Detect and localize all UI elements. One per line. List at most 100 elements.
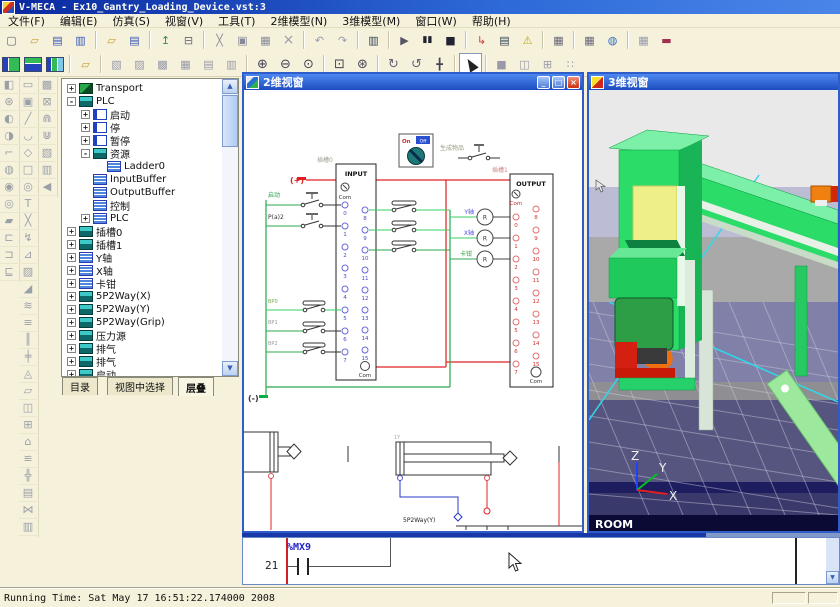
tool-icon[interactable]: ▱ <box>19 382 37 400</box>
help-book-button[interactable]: ▬ <box>655 29 678 51</box>
tree-item[interactable]: +启动 <box>62 368 116 377</box>
tool-icon[interactable]: ◫ <box>19 399 37 417</box>
expand-toggle[interactable]: + <box>67 357 76 366</box>
tool-icon[interactable]: T <box>19 195 37 213</box>
redo-button[interactable]: ↷ <box>331 29 354 51</box>
menu-simulation[interactable]: 仿真(S) <box>112 13 150 29</box>
iso-view-5-button[interactable]: ▤ <box>197 53 220 75</box>
pushbutton-generate[interactable] <box>458 145 500 160</box>
tree-item[interactable]: -PLC <box>62 95 115 108</box>
cut-button[interactable]: ╳ <box>208 29 231 51</box>
menu-2d-model[interactable]: 2维模型(N) <box>270 13 327 29</box>
tool-icon[interactable]: □ <box>19 161 37 179</box>
iso-view-4-button[interactable]: ▦ <box>174 53 197 75</box>
tool-icon[interactable]: ╱ <box>19 110 37 128</box>
close-button[interactable]: × <box>567 76 580 89</box>
tool-icon[interactable]: ⊛ <box>0 93 18 111</box>
tree-item[interactable]: 控制 <box>62 199 130 212</box>
project-tree[interactable]: +Transport -PLC +启动 +停 +暂停 -资源 Ladder0 I… <box>61 78 239 377</box>
tool-icon[interactable]: ↯ <box>19 229 37 247</box>
plc-doc-button[interactable]: ▥ <box>362 29 385 51</box>
tool-icon[interactable]: ◬ <box>19 365 37 383</box>
tool-icon[interactable]: ▣ <box>19 93 37 111</box>
scroll-down-button[interactable]: ▼ <box>222 361 238 376</box>
tool-icon[interactable]: ◐ <box>0 110 18 128</box>
tool-icon[interactable]: ║ <box>19 331 37 349</box>
menu-3d-model[interactable]: 3维模型(M) <box>342 13 400 29</box>
tab-catalog[interactable]: 目录 <box>62 377 98 395</box>
undo-button[interactable]: ↶ <box>308 29 331 51</box>
tree-item[interactable]: Ladder0 <box>62 160 165 173</box>
tab-select-in-view[interactable]: 视图中选择 <box>107 377 173 395</box>
tool-icon[interactable]: ▭ <box>19 76 37 94</box>
tool-icon[interactable]: ╳ <box>19 212 37 230</box>
tool-icon[interactable]: ▧ <box>38 144 56 162</box>
rotary-switch[interactable]: On Off <box>399 134 433 167</box>
window-3d-titlebar[interactable]: 3维视窗 <box>589 74 838 90</box>
tool-icon[interactable]: ▨ <box>19 263 37 281</box>
tool-icon[interactable]: ⊠ <box>38 93 56 111</box>
expand-toggle[interactable]: + <box>67 292 76 301</box>
expand-toggle[interactable]: + <box>81 214 90 223</box>
tool-icon[interactable]: ⋒ <box>38 110 56 128</box>
tool-icon[interactable]: ▥ <box>19 518 37 536</box>
tree-item[interactable]: +卡钳 <box>62 277 116 290</box>
mesh-button[interactable]: ▦ <box>632 29 655 51</box>
tool-icon[interactable]: ╬ <box>19 467 37 485</box>
play-button[interactable]: ▶ <box>393 29 416 51</box>
menu-window[interactable]: 窗口(W) <box>415 13 456 29</box>
layout-split-bottom-button[interactable] <box>24 57 42 72</box>
tool-icon[interactable]: ⋈ <box>19 501 37 519</box>
ladder-scroll-down-button[interactable]: ▼ <box>826 571 839 584</box>
open-button[interactable]: ▱ <box>23 29 46 51</box>
expand-toggle[interactable]: + <box>67 227 76 236</box>
expand-toggle[interactable]: - <box>81 149 90 158</box>
tool-icon[interactable]: ▤ <box>19 484 37 502</box>
grid-doc-button[interactable]: ▦ <box>547 29 570 51</box>
layout-quad-button[interactable] <box>46 57 64 72</box>
expand-toggle[interactable]: + <box>67 240 76 249</box>
menu-help[interactable]: 帮助(H) <box>472 13 511 29</box>
circuit-canvas[interactable]: (+) (-) 插槽0 INPUT Com 01234567 891011121… <box>244 90 582 531</box>
stop-button[interactable]: ■ <box>439 29 462 51</box>
tool-icon[interactable]: ▰ <box>0 212 18 230</box>
tool-icon[interactable]: ≡ <box>19 314 37 332</box>
expand-toggle[interactable]: + <box>67 279 76 288</box>
scroll-thumb[interactable] <box>222 95 238 147</box>
menu-file[interactable]: 文件(F) <box>8 13 45 29</box>
tree-item[interactable]: +压力源 <box>62 329 126 342</box>
tool-icon[interactable]: ╪ <box>19 348 37 366</box>
tool-icon[interactable]: ◇ <box>19 144 37 162</box>
ladder-panel[interactable]: 21 %MX9 ▼ <box>242 537 840 585</box>
tool-icon[interactable]: ⌂ <box>19 433 37 451</box>
expand-toggle[interactable]: + <box>81 123 90 132</box>
save-button[interactable]: ▤ <box>46 29 69 51</box>
expand-toggle[interactable]: + <box>67 84 76 93</box>
tool-icon[interactable]: ◍ <box>0 161 18 179</box>
menu-edit[interactable]: 编辑(E) <box>60 13 98 29</box>
tool-icon[interactable]: ◎ <box>0 195 18 213</box>
tree-item[interactable]: -资源 <box>62 147 130 160</box>
iso-view-3-button[interactable]: ▩ <box>151 53 174 75</box>
menu-tools[interactable]: 工具(T) <box>218 13 255 29</box>
tree-scrollbar[interactable]: ▲ ▼ <box>222 79 238 376</box>
report-button[interactable]: ▤ <box>493 29 516 51</box>
maximize-button[interactable]: □ <box>552 76 565 89</box>
report-warning-button[interactable]: ⚠ <box>516 29 539 51</box>
layout-split-left-button[interactable] <box>2 57 20 72</box>
tree-item[interactable]: +5P2Way(Y) <box>62 303 150 316</box>
save-all-button[interactable]: ▥ <box>69 29 92 51</box>
scroll-up-button[interactable]: ▲ <box>222 79 238 94</box>
iso-view-2-button[interactable]: ▨ <box>128 53 151 75</box>
tool-icon[interactable]: ◀ <box>38 178 56 196</box>
tree-item[interactable]: +插槽1 <box>62 238 122 251</box>
ladder-scrollbar[interactable]: ▼ <box>826 538 839 584</box>
tool-icon[interactable]: ▥ <box>38 161 56 179</box>
expand-toggle[interactable]: + <box>67 318 76 327</box>
copy-button[interactable]: ▣ <box>231 29 254 51</box>
save-model-button[interactable]: ▤ <box>123 29 146 51</box>
tree-item[interactable]: +5P2Way(X) <box>62 290 151 303</box>
delete-button[interactable]: × <box>277 29 300 51</box>
export-button[interactable]: ↥ <box>154 29 177 51</box>
tool-icon[interactable]: ◑ <box>0 127 18 145</box>
